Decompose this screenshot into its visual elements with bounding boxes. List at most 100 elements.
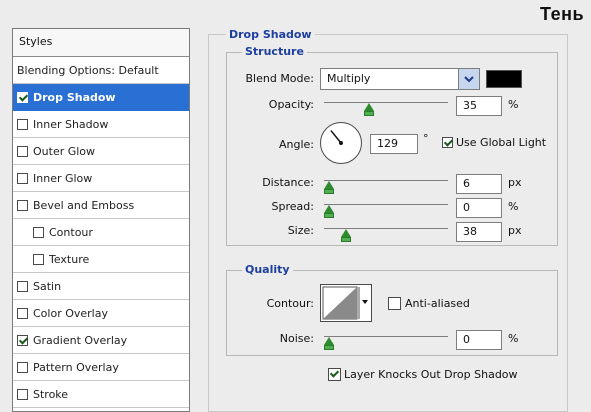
slider-thumb-icon — [324, 337, 334, 345]
size-label: Size: — [287, 224, 314, 237]
layer-knocks-out[interactable]: Layer Knocks Out Drop Shadow — [328, 368, 518, 381]
quality-title: Quality — [242, 263, 293, 276]
style-checkbox[interactable] — [33, 253, 44, 265]
opacity-unit: % — [508, 98, 519, 111]
size-unit: px — [508, 224, 522, 237]
blend-mode-label: Blend Mode: — [245, 72, 315, 85]
styles-list-item-label: Inner Shadow — [33, 117, 109, 131]
chevron-down-icon[interactable] — [458, 69, 479, 89]
styles-list-item-label: Blending Options: Default — [17, 63, 159, 77]
slider-thumb-base — [324, 213, 334, 218]
style-checkbox[interactable] — [17, 172, 28, 184]
use-global-light[interactable]: Use Global Light — [442, 136, 546, 149]
spread-label: Spread: — [271, 200, 314, 213]
opacity-slider-track — [324, 102, 448, 103]
layer-knocks-out-label: Layer Knocks Out Drop Shadow — [344, 368, 518, 381]
styles-list-header: Styles — [13, 29, 189, 57]
opacity-slider[interactable] — [324, 96, 448, 116]
styles-list-item[interactable]: Satin — [13, 273, 189, 300]
styles-list-item-label: Bevel and Emboss — [33, 198, 135, 212]
styles-list-item[interactable]: Contour — [13, 219, 189, 246]
styles-list-item[interactable]: Blending Options: Default — [13, 57, 189, 84]
noise-unit: % — [508, 332, 519, 345]
spread-input[interactable]: 0 — [456, 198, 502, 218]
styles-list-item-label: Stroke — [33, 387, 69, 401]
opacity-label: Opacity: — [268, 98, 314, 111]
noise-slider-track — [324, 336, 448, 337]
angle-input[interactable]: 129 — [370, 134, 418, 154]
size-input[interactable]: 38 — [456, 222, 502, 242]
contour-label: Contour: — [266, 297, 314, 310]
blend-mode-value: Multiply — [327, 72, 371, 85]
styles-list-item[interactable]: Color Overlay — [13, 300, 189, 327]
distance-slider[interactable] — [324, 174, 448, 194]
layer-knocks-out-checkbox[interactable] — [328, 368, 341, 381]
styles-list-item-label: Pattern Overlay — [33, 360, 119, 374]
styles-list-item-label: Drop Shadow — [33, 90, 116, 104]
noise-input[interactable]: 0 — [456, 330, 502, 350]
distance-slider-track — [324, 180, 448, 181]
anti-aliased-checkbox[interactable] — [388, 297, 401, 310]
style-checkbox[interactable] — [17, 361, 28, 373]
styles-list-item[interactable]: Inner Glow — [13, 165, 189, 192]
slider-thumb-base — [363, 111, 374, 116]
styles-list-item-label: Color Overlay — [33, 306, 108, 320]
slider-thumb-icon — [341, 229, 352, 237]
styles-list-panel: Styles Blending Options: Default Drop Sha… — [12, 28, 190, 412]
spread-slider[interactable] — [324, 198, 448, 218]
slider-thumb-icon — [324, 181, 334, 189]
spread-unit: % — [508, 200, 519, 213]
styles-list-item[interactable]: Bevel and Emboss — [13, 192, 189, 219]
style-checkbox[interactable] — [17, 307, 28, 319]
use-global-light-label: Use Global Light — [456, 136, 547, 149]
styles-list-item-label: Satin — [33, 279, 62, 293]
blend-mode-select[interactable]: Multiply — [320, 68, 480, 90]
style-checkbox[interactable] — [17, 91, 28, 103]
styles-list-item[interactable]: Drop Shadow — [13, 84, 189, 111]
opacity-input[interactable]: 35 — [456, 96, 502, 116]
use-global-light-checkbox[interactable] — [442, 137, 453, 148]
contour-curve-icon — [322, 286, 368, 320]
styles-list-item[interactable]: Gradient Overlay — [13, 327, 189, 354]
noise-label: Noise: — [279, 332, 314, 345]
slider-thumb-base — [324, 189, 334, 194]
distance-slider-thumb[interactable] — [324, 181, 334, 194]
styles-list-item-label: Texture — [49, 252, 90, 266]
style-checkbox[interactable] — [17, 388, 28, 400]
style-checkbox[interactable] — [17, 334, 28, 346]
style-checkbox[interactable] — [17, 280, 28, 292]
styles-list-item[interactable]: Inner Shadow — [13, 111, 189, 138]
noise-slider-thumb[interactable] — [324, 337, 334, 350]
style-checkbox[interactable] — [17, 145, 28, 157]
styles-list-item[interactable]: Pattern Overlay — [13, 354, 189, 381]
slider-thumb-icon — [324, 205, 334, 213]
style-checkbox[interactable] — [33, 226, 44, 238]
size-slider[interactable] — [324, 222, 448, 242]
angle-dial[interactable] — [320, 122, 362, 164]
styles-list-item-label: Inner Glow — [33, 171, 93, 185]
distance-label: Distance: — [262, 176, 314, 189]
shadow-color-swatch[interactable] — [486, 70, 522, 88]
styles-list-item-label: Gradient Overlay — [33, 333, 128, 347]
style-checkbox[interactable] — [17, 199, 28, 211]
noise-slider[interactable] — [324, 330, 448, 350]
style-checkbox[interactable] — [17, 118, 28, 130]
slider-thumb-base — [341, 237, 352, 242]
drop-shadow-title: Drop Shadow — [226, 28, 315, 41]
styles-list-item[interactable]: Texture — [13, 246, 189, 273]
anti-aliased[interactable]: Anti-aliased — [388, 297, 470, 310]
contour-picker[interactable] — [320, 284, 372, 322]
distance-unit: px — [508, 176, 522, 189]
styles-list-item-label: Outer Glow — [33, 144, 96, 158]
distance-input[interactable]: 6 — [456, 174, 502, 194]
size-slider-thumb[interactable] — [341, 229, 352, 242]
spread-slider-thumb[interactable] — [324, 205, 334, 218]
angle-label: Angle: — [278, 138, 314, 151]
styles-list-item-label: Contour — [49, 225, 93, 239]
styles-list-item[interactable]: Outer Glow — [13, 138, 189, 165]
spread-slider-track — [324, 204, 448, 205]
angle-unit: ° — [423, 132, 429, 145]
opacity-slider-thumb[interactable] — [363, 103, 374, 116]
window-title: Тень — [540, 4, 585, 24]
styles-list-item[interactable]: Stroke — [13, 381, 189, 408]
